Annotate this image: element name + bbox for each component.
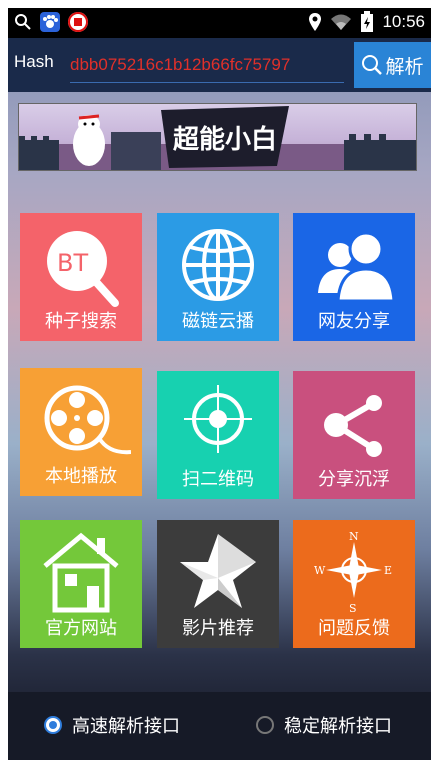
wifi-icon (331, 14, 352, 30)
battery-charging-icon (361, 11, 374, 32)
radio-dot (256, 716, 274, 734)
hash-input[interactable]: dbb075216c1b12b66fc75797 (70, 48, 344, 83)
tile-official-site[interactable]: 官方网站 (20, 520, 142, 648)
globe-icon (182, 229, 254, 301)
crosshair-icon (184, 385, 252, 453)
tile-label: 分享沉浮 (318, 469, 390, 490)
share-icon (324, 395, 382, 457)
house-icon (43, 532, 119, 613)
status-bar: 10:56 (8, 8, 431, 38)
tile-label: 问题反馈 (318, 618, 390, 639)
tile-torrent-search[interactable]: BT 种子搜索 (20, 213, 142, 341)
banner-image: 超能小白 (19, 106, 416, 170)
radio-stable-api[interactable]: 稳定解析接口 (256, 712, 392, 738)
tile-user-share[interactable]: 网友分享 (293, 213, 415, 341)
location-icon (309, 13, 322, 31)
banner-title: 超能小白 (173, 124, 277, 155)
radio-fast-api[interactable]: 高速解析接口 (44, 712, 180, 738)
tile-label: 种子搜索 (45, 311, 117, 332)
tile-magnet-stream[interactable]: 磁链云播 (157, 213, 279, 341)
film-reel-icon (44, 385, 131, 455)
radio-dot-selected (44, 716, 62, 734)
compass-icon: N S W E (314, 530, 392, 615)
tile-label: 影片推荐 (182, 618, 254, 639)
clock: 10:56 (382, 12, 425, 31)
search-icon (15, 14, 31, 30)
compass-north: N (349, 530, 359, 543)
tile-label: 官方网站 (45, 618, 117, 639)
tile-feedback[interactable]: N S W E 问题反馈 (293, 520, 415, 648)
tile-movie-recommend[interactable]: 影片推荐 (157, 520, 279, 648)
bt-text: BT (57, 249, 88, 277)
tile-label: 网友分享 (318, 311, 390, 332)
hash-label: Hash (14, 52, 54, 71)
tile-share[interactable]: 分享沉浮 (293, 371, 415, 499)
hash-bar: Hash dbb075216c1b12b66fc75797 解析 (8, 38, 431, 92)
radio-label: 稳定解析接口 (284, 716, 392, 737)
tile-label: 扫二维码 (182, 469, 254, 490)
radio-label: 高速解析接口 (72, 716, 180, 737)
search-icon (362, 55, 383, 75)
banner[interactable]: 超能小白 (18, 103, 417, 171)
star-icon (180, 534, 256, 608)
app-red-icon (68, 12, 88, 32)
baidu-paw-icon (40, 12, 60, 32)
parse-button[interactable]: 解析 (354, 42, 431, 88)
parse-button-label: 解析 (385, 55, 424, 78)
app-screen: 10:56 Hash dbb075216c1b12b66fc75797 解析 超… (8, 8, 431, 760)
api-options: 高速解析接口 稳定解析接口 (8, 692, 431, 760)
tile-label: 本地播放 (45, 466, 117, 487)
tile-scan-qr[interactable]: 扫二维码 (157, 371, 279, 499)
users-icon (318, 231, 394, 303)
tile-local-play[interactable]: 本地播放 (20, 368, 142, 496)
tile-label: 磁链云播 (182, 311, 254, 332)
compass-east: E (384, 564, 392, 577)
compass-west: W (314, 564, 326, 577)
bt-search-icon: BT (47, 231, 119, 307)
